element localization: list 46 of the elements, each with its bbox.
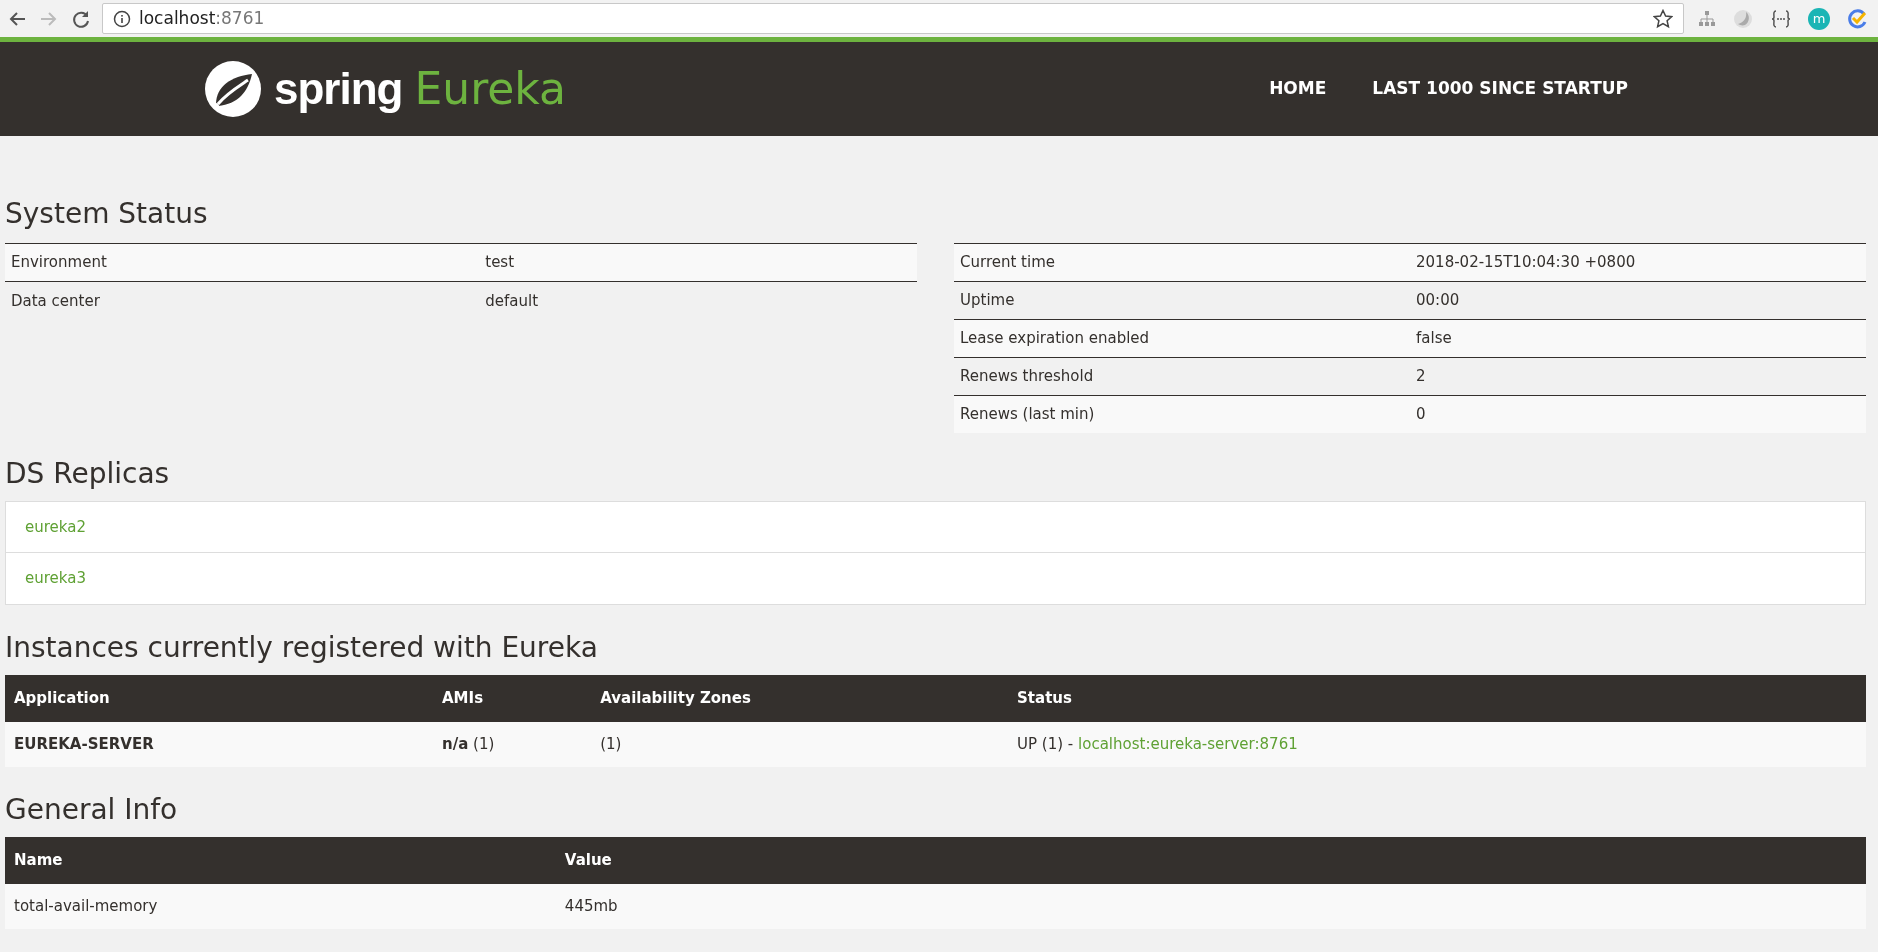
table-cell: Renews (last min) (954, 395, 1410, 433)
extension-badge[interactable]: m (1808, 7, 1830, 30)
braces-icon[interactable] (1770, 8, 1792, 29)
table-cell: false (1410, 319, 1866, 358)
table-cell: Data center (5, 281, 480, 320)
replica-link[interactable]: eureka3 (6, 552, 1865, 604)
section-heading: General Info (5, 792, 178, 827)
sitemap-icon[interactable] (1698, 9, 1716, 28)
section-heading: DS Replicas (5, 456, 170, 491)
column-header: Name (5, 836, 556, 884)
table-cell: Uptime (954, 281, 1410, 320)
status-text: UP (1) - (1017, 734, 1074, 753)
table-cell: (1) (591, 721, 1009, 767)
table-cell: EUREKA-SERVER (5, 721, 433, 767)
section-heading: Instances currently registered with Eureka (5, 630, 598, 665)
table-cell: Current time (954, 243, 1410, 282)
table-cell: 00:00 (1410, 281, 1866, 320)
nav-link[interactable]: LAST 1000 SINCE STARTUP (1372, 76, 1628, 102)
address-text: localhost:8761 (139, 6, 265, 30)
column-header: Application (5, 674, 433, 722)
info-icon (113, 9, 131, 28)
column-header: Status (1008, 674, 1866, 722)
logo-text: Eureka (414, 62, 566, 116)
replica-link[interactable]: eureka2 (6, 501, 1865, 553)
table-cell: n/a (1) (433, 721, 592, 767)
table-cell: default (479, 281, 917, 320)
table-cell: Lease expiration enabled (954, 319, 1410, 358)
table-cell: Environment (5, 243, 480, 282)
leaf-logo-icon (204, 60, 262, 118)
check-circle-icon[interactable] (1846, 7, 1868, 30)
table-cell: 2018-02-15T10:04:30 +0800 (1410, 243, 1866, 282)
table-cell: 0 (1410, 395, 1866, 433)
address-bar[interactable]: localhost:8761 (102, 3, 1684, 34)
table-cell: total-avail-memory (5, 883, 556, 929)
nav-link[interactable]: HOME (1269, 76, 1327, 102)
logo-text: spring (274, 63, 403, 115)
column-header: Value (555, 836, 1866, 884)
table-cell: Renews threshold (954, 357, 1410, 396)
table-cell: 2 (1410, 357, 1866, 396)
section-heading: System Status (5, 197, 208, 231)
column-header: AMIs (433, 674, 592, 722)
instance-link[interactable]: localhost:eureka-server:8761 (1078, 734, 1298, 753)
table-cell: test (479, 243, 917, 282)
star-icon[interactable] (1653, 8, 1673, 29)
column-header: Availability Zones (591, 674, 1009, 722)
table-cell: 445mb (555, 883, 1866, 929)
